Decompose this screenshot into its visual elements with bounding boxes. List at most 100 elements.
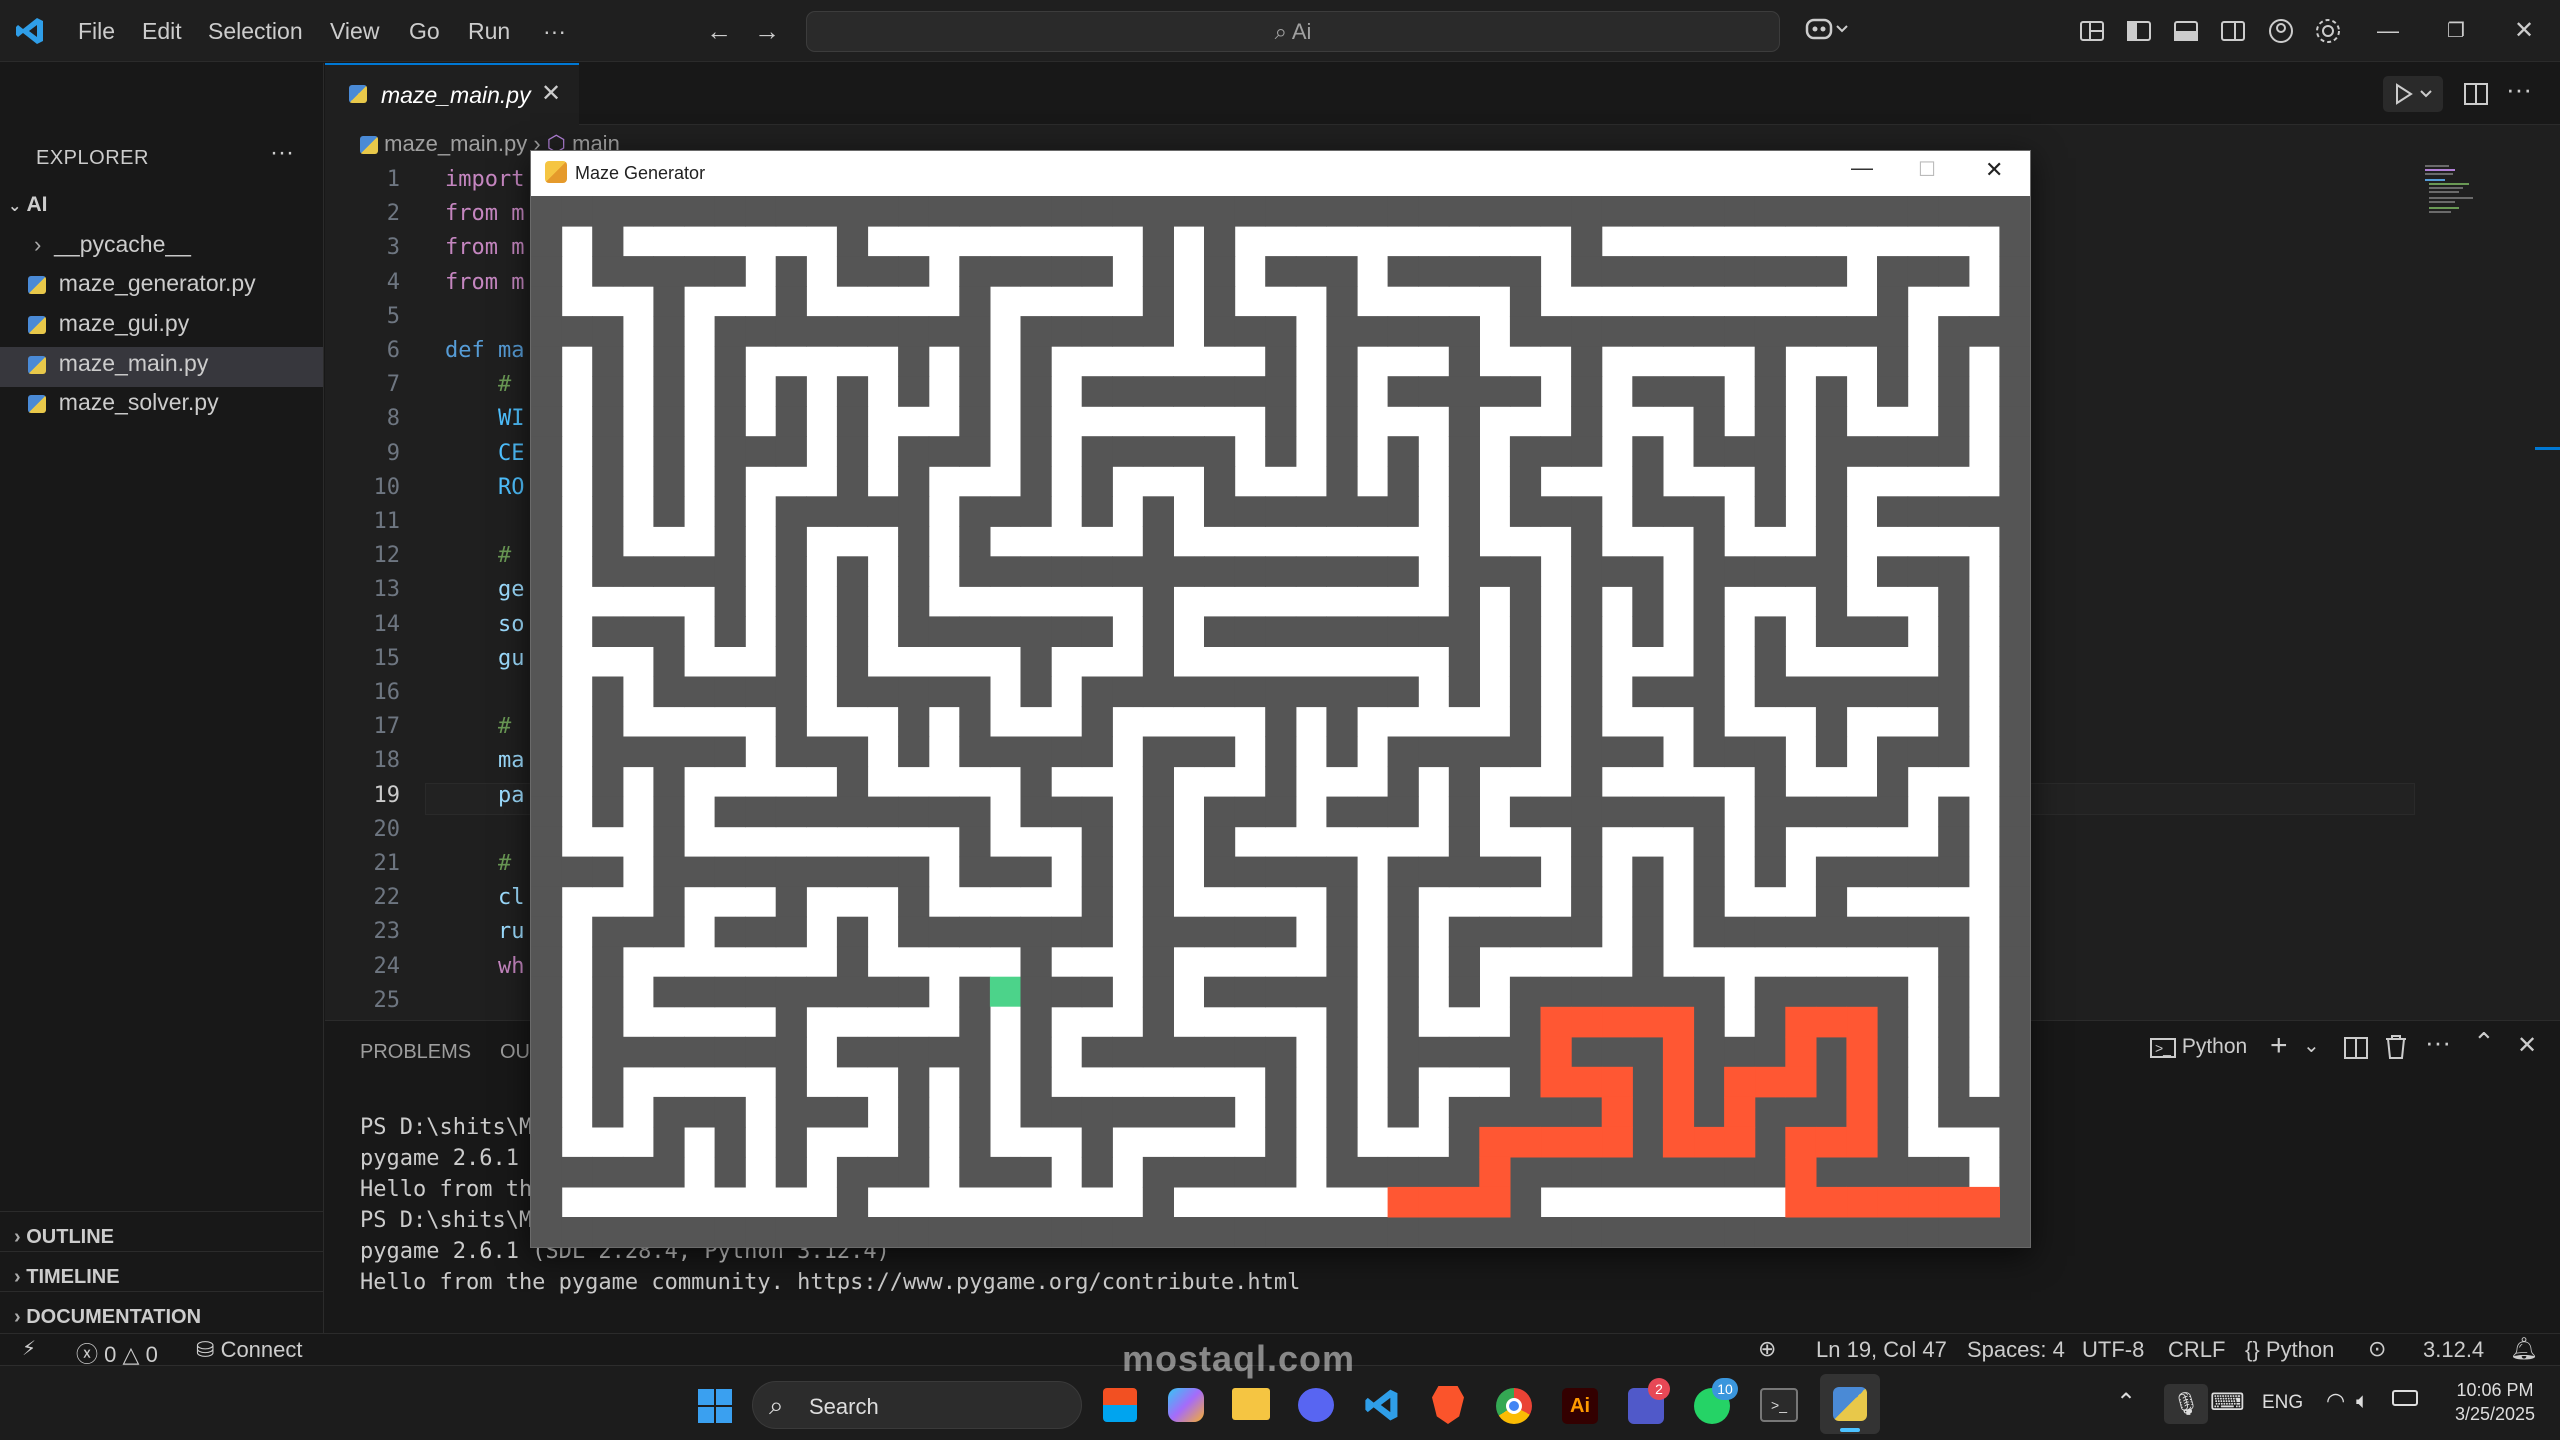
maze-wall	[1754, 1217, 1786, 1247]
maze-wall	[1142, 1036, 1174, 1068]
notifications-bell-icon[interactable]: 🔔︎	[2510, 1336, 2538, 1362]
maze-wall	[1142, 316, 1174, 347]
illustrator-icon[interactable]: Ai	[1562, 1388, 1598, 1424]
python-version[interactable]: 3.12.4	[2423, 1337, 2484, 1363]
breadcrumb-file[interactable]: maze_main.py	[384, 131, 527, 156]
maze-wall	[1448, 406, 1480, 437]
close-icon[interactable]: ✕	[2508, 15, 2540, 47]
tree-file-maze-generator[interactable]: maze_generator.py	[28, 270, 256, 297]
remote-indicator[interactable]: ⚡	[0, 1334, 58, 1365]
tree-file-maze-solver[interactable]: maze_solver.py	[28, 389, 219, 416]
chevron-down-icon[interactable]: ⌄	[2303, 1033, 2320, 1058]
maze-wall	[928, 796, 960, 828]
minimize-icon[interactable]: —	[2372, 15, 2404, 47]
maze-wall	[1418, 376, 1450, 407]
copilot-icon[interactable]	[1800, 15, 1856, 47]
start-windows-icon[interactable]	[697, 1388, 733, 1429]
maze-wall	[592, 466, 624, 497]
pygame-minimize-icon[interactable]: —	[1851, 155, 1873, 181]
line-ending[interactable]: CRLF	[2168, 1337, 2225, 1363]
teams-icon[interactable]: 2	[1628, 1378, 1670, 1424]
maze-wall	[1448, 196, 1480, 227]
maze-wall	[1265, 1036, 1297, 1068]
language-indicator[interactable]: ENG	[2262, 1392, 2303, 1414]
brave-icon[interactable]	[1432, 1386, 1464, 1424]
battery-icon[interactable]	[2392, 1390, 2418, 1406]
maze-wall	[592, 1156, 624, 1188]
pygame-titlebar[interactable]: Maze Generator — ☐ ✕	[531, 151, 2030, 196]
tree-root-ai[interactable]: ⌄ AI	[8, 193, 47, 217]
panel-more-icon[interactable]: ···	[2425, 1027, 2451, 1058]
menu-selection[interactable]: Selection	[208, 0, 303, 62]
maze-wall	[1571, 1096, 1603, 1128]
panel-tab-problems[interactable]: PROBLEMS	[360, 1041, 471, 1064]
split-editor-icon[interactable]	[2462, 80, 2490, 113]
forward-arrow-icon[interactable]: →	[751, 15, 783, 47]
whatsapp-icon[interactable]: 10	[1694, 1378, 1738, 1424]
trash-icon[interactable]	[2383, 1033, 2409, 1066]
split-terminal-icon[interactable]	[2343, 1035, 2369, 1066]
copilot-app-icon[interactable]	[1168, 1388, 1204, 1422]
store-icon[interactable]	[1103, 1388, 1137, 1422]
keyboard-icon[interactable]: ⌨	[2210, 1388, 2245, 1417]
maze-wall	[714, 196, 746, 227]
command-center-search[interactable]: ⌕ Ai	[806, 11, 1780, 52]
tab-close-icon[interactable]: ✕	[541, 79, 561, 108]
tab-maze-main[interactable]: maze_main.py ✕	[325, 63, 579, 125]
terminal-instance[interactable]: >_ Python	[2150, 1035, 2247, 1059]
clock[interactable]: 10:06 PM 3/25/2025	[2440, 1378, 2550, 1426]
menu-edit[interactable]: Edit	[142, 0, 182, 62]
connect-item[interactable]: ⛁ Connect	[196, 1337, 303, 1363]
cursor-position[interactable]: Ln 19, Col 47	[1816, 1337, 1947, 1363]
terminal-app-icon[interactable]: >_	[1760, 1388, 1798, 1422]
maze-wall	[653, 1096, 685, 1128]
zoom-icon[interactable]: ⊕	[1758, 1336, 1776, 1362]
maximize-panel-icon[interactable]: ⌃	[2473, 1027, 2495, 1058]
chrome-icon[interactable]	[1496, 1388, 1532, 1424]
pygame-maximize-icon[interactable]: ☐	[1918, 157, 1936, 182]
menu-more[interactable]: ···	[543, 0, 566, 62]
maze-wall	[1051, 256, 1083, 287]
section-timeline[interactable]: › TIMELINE	[0, 1251, 323, 1289]
run-python-button[interactable]	[2383, 76, 2443, 112]
maze-wall	[1632, 1096, 1664, 1128]
editor-more-icon[interactable]: ···	[2506, 74, 2532, 105]
taskbar-search[interactable]: ⌕ Search	[752, 1381, 1082, 1429]
menu-go[interactable]: Go	[409, 0, 440, 62]
minimap[interactable]	[2423, 163, 2493, 223]
pygame-close-icon[interactable]: ✕	[1985, 157, 2003, 183]
file-explorer-icon[interactable]	[1232, 1388, 1270, 1420]
pygame-window[interactable]: Maze Generator — ☐ ✕	[530, 150, 2031, 1248]
maze-wall	[898, 796, 930, 828]
maze-wall	[1846, 796, 1878, 828]
wifi-icon[interactable]: ◠	[2326, 1388, 2345, 1414]
show-hidden-icons[interactable]: ⌃	[2116, 1388, 2136, 1417]
back-arrow-icon[interactable]: ←	[703, 15, 735, 47]
menu-view[interactable]: View	[330, 0, 379, 62]
indentation[interactable]: Spaces: 4	[1967, 1337, 2065, 1363]
discord-icon[interactable]	[1298, 1388, 1334, 1422]
pygame-app-active[interactable]	[1820, 1374, 1880, 1434]
language-mode[interactable]: {} Python	[2245, 1337, 2334, 1363]
close-panel-icon[interactable]: ✕	[2517, 1031, 2537, 1060]
explorer-more-icon[interactable]: ···	[270, 139, 294, 167]
maze-wall	[775, 706, 807, 738]
maze-wall	[1142, 556, 1174, 587]
mic-muted-icon[interactable]: 🎙︎	[2164, 1384, 2208, 1424]
line-number: 6	[386, 338, 400, 363]
vscode-taskbar-icon[interactable]	[1363, 1386, 1401, 1429]
restore-icon[interactable]: ❐	[2440, 15, 2472, 47]
volume-icon[interactable]: 🔈︎	[2356, 1388, 2369, 1414]
menu-file[interactable]: File	[78, 0, 115, 62]
menu-run[interactable]: Run	[468, 0, 510, 62]
tree-file-maze-main[interactable]: maze_main.py	[28, 350, 208, 377]
tree-file-maze-gui[interactable]: maze_gui.py	[28, 310, 189, 337]
section-outline[interactable]: › OUTLINE	[0, 1211, 323, 1249]
maze-wall	[1448, 856, 1480, 888]
encoding[interactable]: UTF-8	[2082, 1337, 2144, 1363]
new-terminal-icon[interactable]: +	[2270, 1029, 2288, 1063]
panel-tab-output[interactable]: OU	[500, 1041, 530, 1064]
copilot-status-icon[interactable]: ⊙	[2368, 1336, 2386, 1362]
tree-folder-pycache[interactable]: › __pycache__	[34, 231, 191, 258]
section-documentation[interactable]: › DOCUMENTATION	[0, 1291, 323, 1329]
